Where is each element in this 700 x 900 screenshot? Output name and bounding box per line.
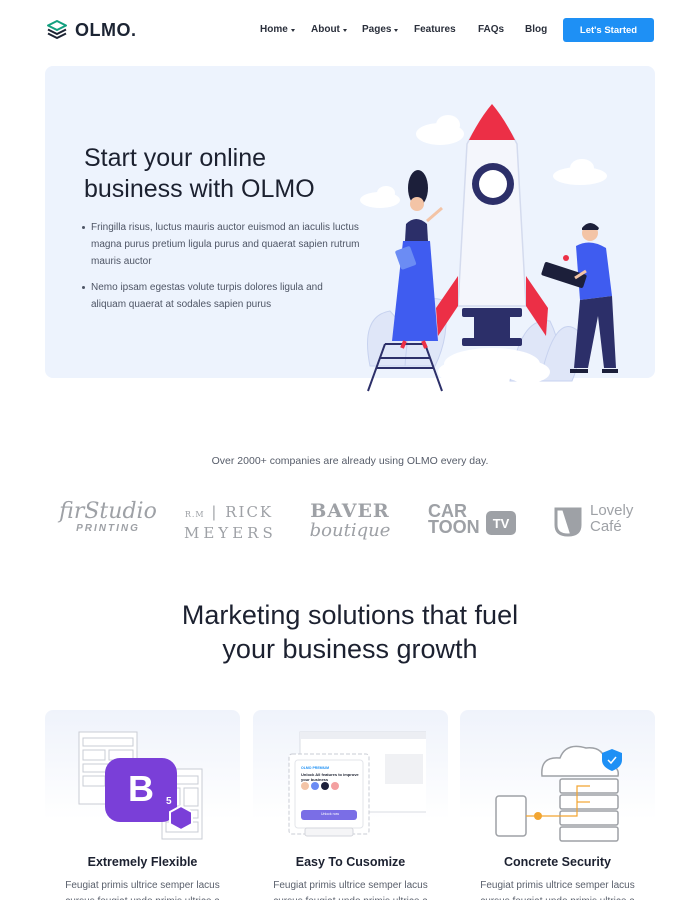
- lets-started-button[interactable]: Let's Started: [563, 18, 654, 42]
- chevron-down-icon: [290, 28, 295, 32]
- firstudio-logo-line1: firStudio: [59, 499, 157, 524]
- badge-text: 5: [166, 796, 172, 807]
- chevron-down-icon: [394, 28, 399, 32]
- mockup-button: Unlock now: [320, 812, 340, 816]
- hero-bullet: Nemo ipsam egestas volute turpis dolores…: [80, 279, 360, 313]
- firstudio-logo-line2: PRINTING: [76, 523, 140, 534]
- nav-home[interactable]: Home: [260, 24, 295, 35]
- nav-features[interactable]: Features: [414, 24, 456, 35]
- feature-card-security: Concrete Security Feugiat primis ultrice…: [460, 710, 655, 900]
- mockup-eyebrow: OLMO PREMIUM: [301, 766, 329, 770]
- nav-blog-label: Blog: [525, 24, 548, 35]
- nav-blog[interactable]: Blog: [525, 24, 547, 35]
- section-title: Marketing solutions that fuel your busin…: [0, 598, 700, 666]
- rick-meyers-logo: R.M | RICK MEYERS: [184, 503, 277, 542]
- feature-card-flexible: B 5 Extremely Flexible Feugiat primis ul…: [45, 710, 240, 900]
- feature-title: Concrete Security: [504, 855, 611, 869]
- feature-text: Feugiat primis ultrice semper lacus curs…: [273, 880, 428, 900]
- feature-title: Extremely Flexible: [87, 855, 198, 869]
- chevron-down-icon: [342, 28, 347, 32]
- customize-illustration: [288, 731, 426, 837]
- brand-name: OLMO.: [75, 19, 137, 40]
- brand-logo[interactable]: OLMO.: [46, 19, 137, 41]
- svg-text:B: B: [128, 768, 154, 809]
- server-security-illustration: [495, 745, 622, 842]
- hero-title: Start your online business with OLMO: [84, 144, 315, 203]
- cartoon-logo-badge: TV: [486, 511, 516, 535]
- lovely-logo-line1: Lovely: [590, 502, 634, 519]
- mockup-headline: Unlock All features to improve your busi…: [301, 772, 359, 782]
- layers-icon: [47, 20, 67, 39]
- nav-faqs-label: FAQs: [478, 24, 505, 35]
- baver-boutique-logo: BAVER boutique: [305, 501, 395, 541]
- section-title-line1: Marketing solutions that fuel: [181, 600, 519, 630]
- feature-text: Feugiat primis ultrice semper lacus curs…: [65, 880, 220, 900]
- nav-pages-label: Pages: [362, 24, 392, 35]
- companies-intro: Over 2000+ companies are already using O…: [211, 455, 489, 467]
- nav-home-label: Home: [260, 24, 288, 35]
- feature-title: Easy To Cusomize: [295, 855, 406, 869]
- bootstrap-illustration: B: [78, 731, 203, 840]
- cartoon-tv-logo: CAR TOON TV: [428, 502, 520, 536]
- feature-card-customize: OLMO PREMIUM Unlock All features to impr…: [253, 710, 448, 900]
- brand-logos-row: firStudio PRINTING R.M | RICK MEYERS BAV…: [0, 495, 700, 543]
- site-header: OLMO. Home About Pages Features FAQs Blo…: [0, 0, 700, 62]
- nav-about[interactable]: About: [311, 24, 347, 35]
- nav-about-label: About: [311, 24, 340, 35]
- rick-meyers-logo-line1: RICK: [225, 503, 274, 521]
- hero-bullet-list: Fringilla risus, luctus mauris auctor eu…: [80, 219, 360, 322]
- lovely-logo-line2: Café: [590, 518, 622, 535]
- baver-logo-line1: BAVER: [310, 500, 390, 522]
- nav-pages[interactable]: Pages: [362, 24, 399, 35]
- baver-logo-line2: boutique: [309, 520, 391, 541]
- hero-bullet: Fringilla risus, luctus mauris auctor eu…: [80, 219, 360, 270]
- version-badge-icon: [169, 804, 193, 832]
- coffee-cup-icon: [554, 507, 582, 537]
- rick-meyers-logo-line2: MEYERS: [184, 524, 277, 542]
- firstudio-logo: firStudio PRINTING: [58, 499, 158, 535]
- feature-text: Feugiat primis ultrice semper lacus curs…: [480, 880, 635, 900]
- section-title-line2: your business growth: [222, 634, 478, 664]
- nav-faqs[interactable]: FAQs: [478, 24, 504, 35]
- nav-features-label: Features: [414, 24, 456, 35]
- rick-meyers-logo-prefix: R.M: [184, 510, 205, 519]
- rocket-launch-illustration: [360, 104, 618, 392]
